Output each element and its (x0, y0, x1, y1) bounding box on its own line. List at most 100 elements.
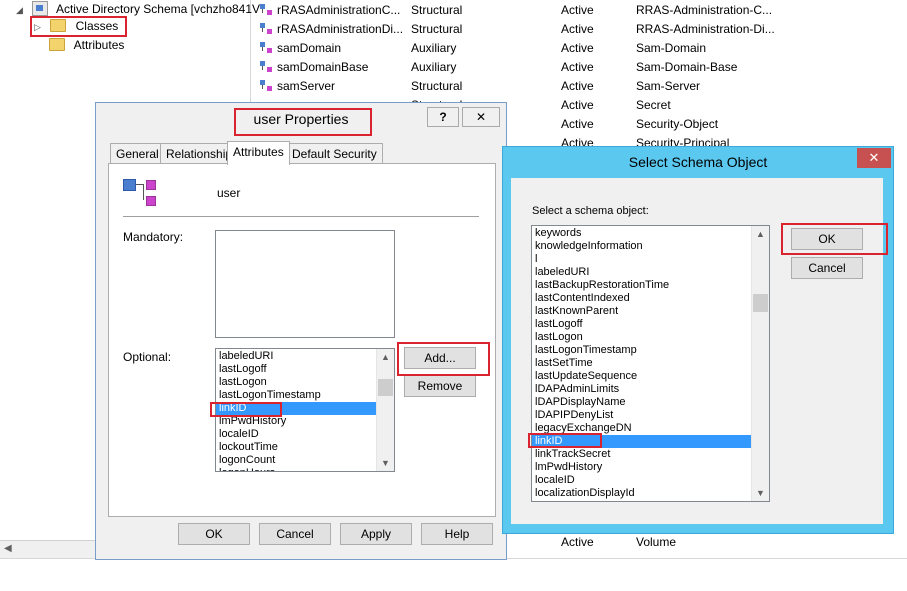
list-item[interactable]: lastLogonTimestamp (216, 389, 376, 402)
row-type: Structural (411, 79, 463, 93)
list-item[interactable]: lDAPIPDenyList (532, 409, 751, 422)
row-status: Active (561, 60, 594, 74)
row-description: RRAS-Administration-C... (636, 3, 773, 17)
row-type: Auxiliary (411, 41, 457, 55)
optional-label: Optional: (123, 350, 172, 364)
list-item[interactable]: legacyExchangeDN (532, 422, 751, 435)
apply-button[interactable]: Apply (340, 523, 412, 545)
cancel-button[interactable]: Cancel (791, 257, 863, 279)
tree-node-classes[interactable]: ▷ Classes (34, 17, 118, 35)
tree-node-attributes[interactable]: Attributes (49, 36, 124, 54)
class-icon (260, 42, 273, 54)
list-item[interactable]: l (532, 253, 751, 266)
folder-icon (49, 38, 65, 51)
tab-default-security[interactable]: Default Security (286, 143, 383, 164)
status-bar (0, 558, 907, 591)
table-row[interactable]: samServer Structural Active Sam-Server (252, 77, 907, 96)
list-item[interactable]: lDAPDisplayName (532, 396, 751, 409)
row-description: Secret (636, 98, 671, 112)
list-item[interactable]: keywords (532, 227, 751, 240)
row-status: Active (561, 79, 594, 93)
list-item[interactable]: linkID (532, 435, 751, 448)
list-item[interactable]: lockoutTime (216, 441, 376, 454)
list-item[interactable]: lastLogoff (532, 318, 751, 331)
list-item[interactable]: logonCount (216, 454, 376, 467)
row-name: samServer (277, 79, 336, 93)
select-schema-object-dialog: Select Schema Object ✕ Select a schema o… (502, 146, 894, 534)
help-button[interactable]: Help (421, 523, 493, 545)
scroll-thumb[interactable] (378, 379, 393, 396)
list-item[interactable]: lastContentIndexed (532, 292, 751, 305)
list-item[interactable]: lastLogon (216, 376, 376, 389)
scroll-thumb[interactable] (753, 294, 768, 312)
list-item[interactable]: lastBackupRestorationTime (532, 279, 751, 292)
row-description: Security-Object (636, 117, 719, 131)
list-item[interactable]: lastSetTime (532, 357, 751, 370)
dialog-title: Select Schema Object (628, 154, 768, 170)
list-item[interactable]: lastUpdateSequence (532, 370, 751, 383)
attributes-tab-panel: user Mandatory: Optional: labeledURI last… (108, 163, 496, 517)
list-item[interactable]: lDAPAdminLimits (532, 383, 751, 396)
remove-button[interactable]: Remove (404, 375, 476, 397)
list-item[interactable]: logonHours (216, 467, 376, 471)
ok-button[interactable]: OK (178, 523, 250, 545)
list-item[interactable]: lastLogon (532, 331, 751, 344)
list-item[interactable]: lastLogonTimestamp (532, 344, 751, 357)
row-description: Volume (636, 535, 677, 549)
scroll-down-icon[interactable]: ▼ (754, 486, 767, 500)
class-hierarchy-icon (123, 179, 157, 209)
separator (123, 216, 479, 217)
row-status: Active (561, 22, 594, 36)
list-item[interactable]: labeledURI (532, 266, 751, 279)
tab-general[interactable]: General (110, 143, 165, 164)
row-name: samDomainBase (277, 60, 369, 74)
schema-object-listbox[interactable]: keywords knowledgeInformation l labeledURI l… (531, 225, 770, 502)
row-description: Sam-Domain (636, 41, 707, 55)
row-description: RRAS-Administration-Di... (636, 22, 775, 36)
row-description: Sam-Domain-Base (636, 60, 738, 74)
schema-list-scrollbar[interactable]: ▲ ▼ (751, 226, 769, 501)
add-button[interactable]: Add... (404, 347, 476, 369)
cancel-button[interactable]: Cancel (259, 523, 331, 545)
collapse-arrow-icon[interactable]: ▷ (34, 22, 41, 32)
table-row[interactable]: rRASAdministrationC... Structural Active RR… (252, 1, 907, 20)
table-row[interactable]: rRASAdministrationDi... Structural Active R… (252, 20, 907, 39)
expand-arrow-icon[interactable]: ◢ (16, 5, 23, 15)
list-item[interactable]: lmPwdHistory (216, 415, 376, 428)
list-item[interactable]: localeID (216, 428, 376, 441)
list-item[interactable]: localizationDisplayId (532, 487, 751, 500)
user-properties-dialog: user Properties ? ✕ General Relationship… (95, 102, 507, 560)
list-item[interactable]: localizedDescription (532, 500, 751, 501)
optional-listbox[interactable]: labeledURI lastLogoff lastLogon lastLogonTi… (215, 348, 395, 472)
list-item[interactable]: linkTrackSecret (532, 448, 751, 461)
scroll-left-icon[interactable]: ◀ (4, 543, 12, 554)
list-item[interactable]: lastLogoff (216, 363, 376, 376)
ok-button[interactable]: OK (791, 228, 863, 250)
row-description: Sam-Server (636, 79, 701, 93)
row-status: Active (561, 3, 594, 17)
close-icon[interactable]: ✕ (462, 107, 500, 127)
scroll-up-icon[interactable]: ▲ (754, 227, 767, 241)
table-row[interactable]: samDomain Auxiliary Active Sam-Domain (252, 39, 907, 58)
tree-classes-label: Classes (75, 19, 119, 33)
class-icon (260, 61, 273, 73)
tree-attributes-label: Attributes (73, 38, 125, 52)
list-item[interactable]: labeledURI (216, 350, 376, 363)
close-icon[interactable]: ✕ (857, 148, 891, 168)
tab-attributes[interactable]: Attributes (227, 141, 290, 165)
mandatory-listbox[interactable] (215, 230, 395, 338)
row-name: rRASAdministrationC... (277, 3, 401, 17)
help-titlebar-button[interactable]: ? (427, 107, 459, 127)
schema-snapin-icon (32, 1, 49, 16)
list-item[interactable]: knowledgeInformation (532, 240, 751, 253)
list-item[interactable]: lastKnownParent (532, 305, 751, 318)
table-row[interactable]: samDomainBase Auxiliary Active Sam-Domain-B… (252, 58, 907, 77)
tree-node-root[interactable]: ◢ Active Directory Schema [vchzho841V (16, 0, 260, 18)
list-item[interactable]: lmPwdHistory (532, 461, 751, 474)
scroll-up-icon[interactable]: ▲ (379, 350, 392, 364)
optional-scrollbar[interactable]: ▲ ▼ (376, 349, 394, 471)
list-item[interactable]: localeID (532, 474, 751, 487)
list-item[interactable]: linkID (216, 402, 376, 415)
class-icon (260, 80, 273, 92)
scroll-down-icon[interactable]: ▼ (379, 456, 392, 470)
